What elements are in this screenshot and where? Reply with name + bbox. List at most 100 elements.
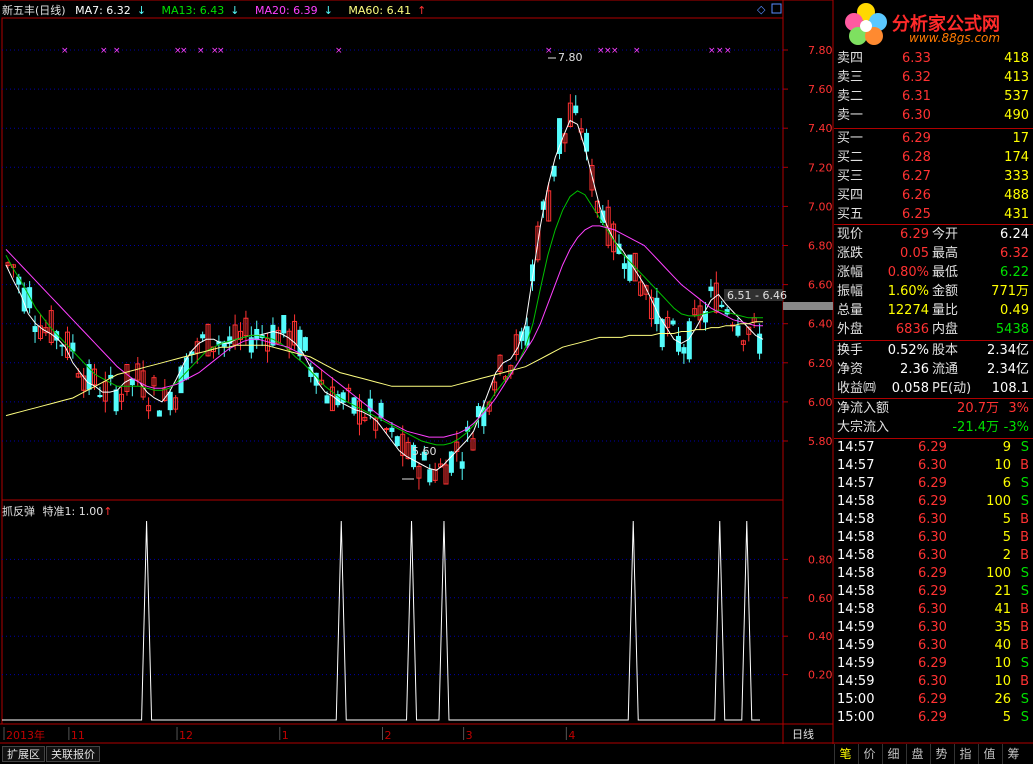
- sub-y-tick-label: 0.20: [808, 669, 833, 682]
- tick-side: S: [1020, 692, 1029, 707]
- quote-label-2: 最低: [932, 265, 959, 280]
- x-tick-label: 12: [179, 729, 193, 742]
- right-tab-3[interactable]: 盘: [906, 744, 928, 764]
- bid-price: 6.25: [902, 207, 931, 222]
- right-tab-4[interactable]: 势: [930, 744, 952, 764]
- tick-row: 14:58 6.30 5 B: [834, 529, 1033, 547]
- candle-body: [270, 324, 276, 346]
- bottom-tab-bar: 扩展区 关联报价 日线: [0, 728, 834, 764]
- right-tab-5[interactable]: 指: [954, 744, 976, 764]
- quote-label: 涨跌: [837, 246, 864, 261]
- bid-row: 买三 6.27 333: [834, 168, 1033, 186]
- candle-body: [324, 395, 330, 404]
- indicator-arrow-icon: ↑: [103, 505, 113, 518]
- tick-price: 6.30: [918, 548, 947, 563]
- range-label: 6.51 - 6.46: [727, 289, 787, 302]
- y-tick-label: 6.60: [808, 279, 833, 292]
- tab-extension-area[interactable]: 扩展区: [2, 746, 45, 762]
- ask-label: 卖三: [837, 70, 864, 85]
- tick-row: 14:59 6.29 10 S: [834, 655, 1033, 673]
- quote-label: 现价: [837, 227, 864, 242]
- period-label[interactable]: 日线: [788, 727, 818, 743]
- tick-price: 6.29: [918, 566, 947, 581]
- tick-time: 14:59: [837, 674, 875, 689]
- ask-price: 6.32: [902, 70, 931, 85]
- right-tab-2[interactable]: 细: [882, 744, 904, 764]
- quote-value: 0.80%: [887, 265, 929, 280]
- tick-time: 15:00: [837, 710, 875, 725]
- ma20-value: MA20: 6.39: [254, 4, 318, 17]
- tick-time: 14:58: [837, 530, 875, 545]
- bid-volume: 17: [1012, 131, 1029, 146]
- right-tab-0[interactable]: 笔: [834, 744, 856, 764]
- candle-body: [719, 304, 725, 307]
- candle-body: [281, 315, 287, 334]
- signal-marker: ×: [61, 46, 69, 56]
- candle-body: [670, 320, 676, 325]
- flow-percent: -3%: [1003, 420, 1029, 435]
- tab-related-quote[interactable]: 关联报价: [46, 746, 100, 762]
- ask-price: 6.33: [902, 51, 931, 66]
- flow-percent: 3%: [1008, 401, 1029, 416]
- quote-label-2: 内盘: [932, 322, 959, 337]
- quote-value-2: 771万: [991, 284, 1029, 299]
- signal-marker: ×: [708, 46, 716, 56]
- tick-price: 6.30: [918, 638, 947, 653]
- current-price-marker: [783, 302, 833, 310]
- ask-label: 卖四: [837, 51, 864, 66]
- tick-time: 14:58: [837, 602, 875, 617]
- candle-body: [675, 335, 681, 352]
- x-tick-label: 1: [282, 729, 289, 742]
- quote-value-2: 6.32: [1000, 246, 1029, 261]
- ask-label: 卖一: [837, 108, 864, 123]
- candle-body: [681, 347, 687, 354]
- right-tab-bar: 笔价细盘势指值筹: [834, 744, 1033, 764]
- ask-volume: 537: [1004, 89, 1029, 104]
- ma7-arrow-icon: ↓: [136, 4, 147, 17]
- right-tab-1[interactable]: 价: [858, 744, 880, 764]
- tick-volume: 5: [1002, 530, 1011, 545]
- ma13-label: MA13: 6.43 ↓: [162, 4, 246, 17]
- sub-y-tick-label: 0.40: [808, 630, 833, 643]
- candle-body: [97, 394, 103, 398]
- y-tick-label: 7.00: [808, 200, 833, 213]
- flow-row: 净流入额 20.7万 3%: [834, 400, 1033, 418]
- right-tab-6[interactable]: 值: [978, 744, 1000, 764]
- ma7-value: MA7: 6.32: [75, 4, 131, 17]
- indicator-header: 抓反弹 特准1: 1.00↑: [2, 503, 112, 519]
- tick-volume: 100: [986, 566, 1011, 581]
- tick-volume: 10: [994, 458, 1011, 473]
- tick-price: 6.30: [918, 512, 947, 527]
- fundamental-label: 收益㈣: [837, 381, 877, 396]
- ma-line-ma20: [5, 225, 763, 438]
- logo-url: www.88gs.com: [909, 31, 1001, 45]
- tick-side: S: [1020, 440, 1029, 455]
- bid-volume: 431: [1004, 207, 1029, 222]
- bid-label: 买五: [837, 207, 864, 222]
- tick-time: 14:57: [837, 476, 875, 491]
- tick-row: 14:58 6.30 5 B: [834, 511, 1033, 529]
- sub-y-tick-label: 0.80: [808, 553, 833, 566]
- tick-row: 14:57 6.29 9 S: [834, 439, 1033, 457]
- quote-value-2: 6.24: [1000, 227, 1029, 242]
- tick-volume: 10: [994, 674, 1011, 689]
- tick-time: 14:58: [837, 548, 875, 563]
- logo: 分析家公式网 www.88gs.com: [834, 0, 1033, 50]
- fundamental-value-2: 2.34亿: [987, 362, 1029, 377]
- quote-row: 总量 12274 量比 0.49: [834, 302, 1033, 320]
- quote-row: 涨跌 0.05 最高 6.32: [834, 245, 1033, 263]
- quote-value: 6.29: [900, 227, 929, 242]
- low-price-label: 5.60: [412, 445, 437, 458]
- right-tab-7[interactable]: 筹: [1002, 744, 1024, 764]
- quote-label-2: 今开: [932, 227, 959, 242]
- quote-label: 涨幅: [837, 265, 864, 280]
- x-tick-label: 2: [385, 729, 392, 742]
- tick-row: 14:59 6.30 35 B: [834, 619, 1033, 637]
- candle-body: [384, 428, 389, 431]
- tick-row: 14:57 6.30 10 B: [834, 457, 1033, 475]
- signal-line: [2, 520, 760, 721]
- quote-row: 涨幅 0.80% 最低 6.22: [834, 264, 1033, 282]
- candle-body: [621, 263, 627, 269]
- tick-time: 14:58: [837, 584, 875, 599]
- y-tick-label: 5.80: [808, 435, 833, 448]
